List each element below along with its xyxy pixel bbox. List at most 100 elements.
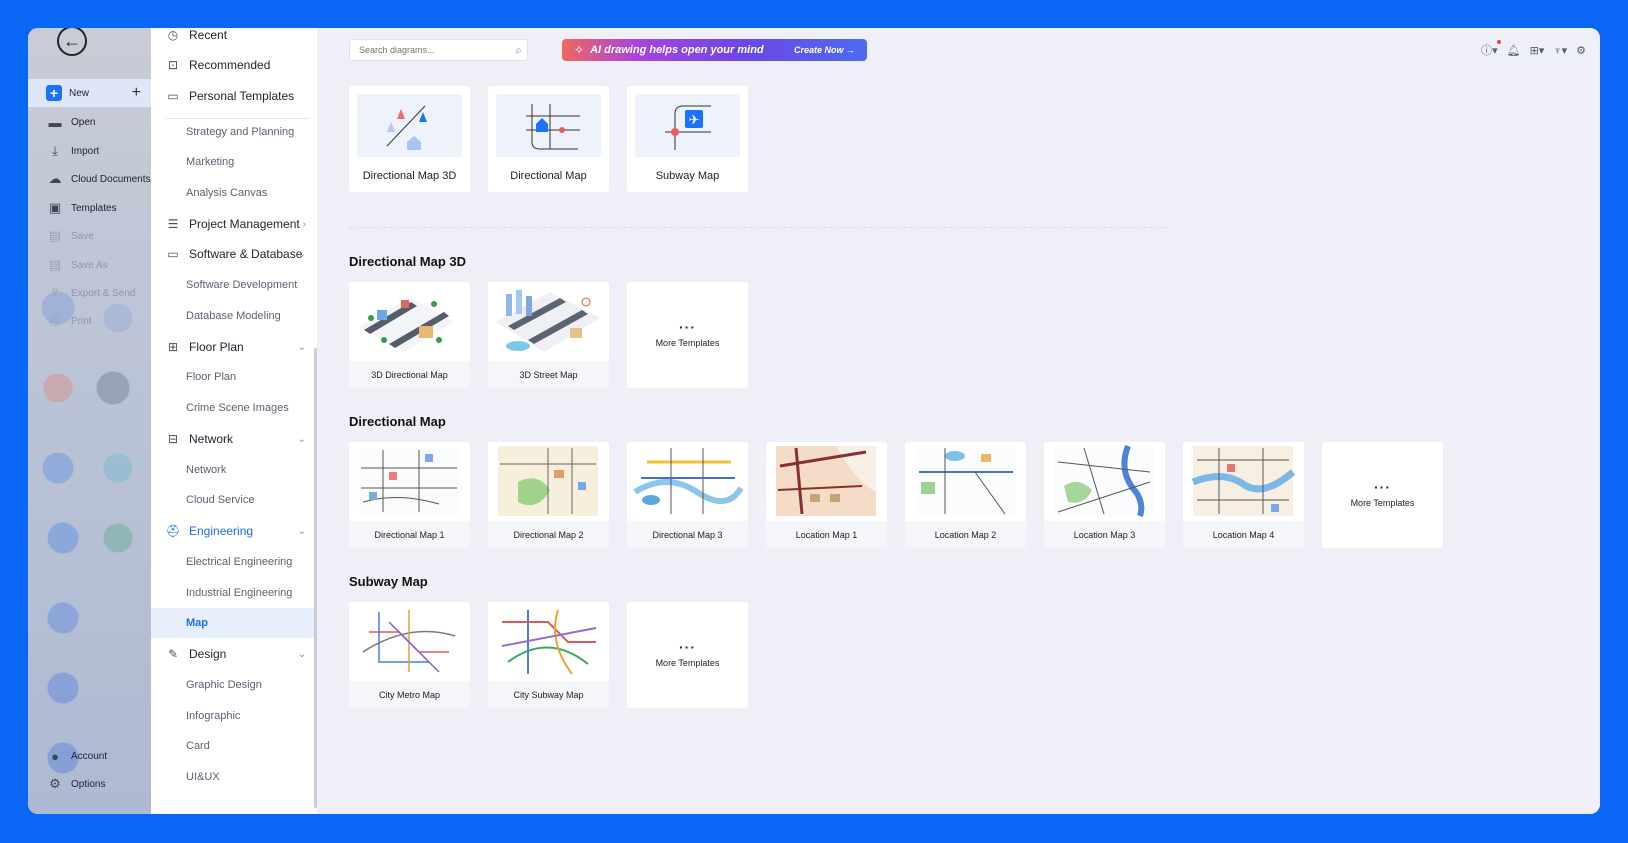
blank-directional-map[interactable]: Directional Map [488, 86, 609, 192]
clock-icon: ◷ [167, 28, 179, 42]
add-icon[interactable]: + [132, 84, 141, 102]
section-title: Directional Map [349, 414, 446, 429]
map-thumbnail [498, 446, 598, 516]
theme-shirt-icon[interactable]: ♆▾ [1553, 44, 1567, 57]
export-icon: ⇪ [49, 285, 61, 300]
template-thumbnail [1183, 442, 1304, 521]
ai-sparkle-icon: ✧ [574, 43, 585, 57]
help-icon[interactable]: ⓘ▾ [1481, 40, 1501, 58]
sub-uiux[interactable]: UI&UX [186, 762, 220, 792]
account-icon: ● [51, 748, 59, 764]
category-network[interactable]: ⊟ Network ⌄ [151, 424, 314, 454]
create-now-button[interactable]: Create Now → [794, 45, 855, 55]
template-thumbnail [349, 282, 470, 361]
sub-database-modeling[interactable]: Database Modeling [186, 301, 281, 331]
sub-floor-plan[interactable]: Floor Plan [186, 362, 236, 392]
cloud-documents-button[interactable]: ☁ Cloud Documents [28, 165, 151, 193]
blank-thumbnail [357, 94, 462, 157]
sub-analysis-canvas[interactable]: Analysis Canvas [186, 178, 267, 208]
plus-icon: + [46, 85, 62, 101]
map-thumbnail [915, 446, 1015, 516]
chevron-down-icon: ⌄ [297, 341, 306, 353]
cloud-icon: ☁ [48, 171, 62, 186]
new-button[interactable]: + New + [28, 79, 151, 107]
category-project-management[interactable]: ☰ Project Management › [151, 209, 314, 239]
save-as-button[interactable]: ▤ Save As [28, 251, 151, 279]
sub-electrical-engineering[interactable]: Electrical Engineering [186, 547, 292, 577]
helmet-icon: ⛑ [165, 524, 181, 538]
map-thumbnail [1191, 446, 1296, 516]
sub-infographic[interactable]: Infographic [186, 701, 240, 731]
open-button[interactable]: ▬ Open [28, 108, 151, 136]
blank-subway-map[interactable]: ✈ Subway Map [627, 86, 748, 192]
print-button[interactable]: ⎙ Print [28, 307, 151, 335]
backstage-panel: ← + New + ▬ Open ⤓ Import ☁ Cloud Docume… [28, 28, 151, 814]
metro-map-thumbnail [362, 610, 456, 673]
svg-text:✈: ✈ [689, 113, 700, 128]
category-floor-plan[interactable]: ⊞ Floor Plan ⌄ [151, 332, 314, 362]
settings-gear-icon[interactable]: ⚙ [1576, 44, 1586, 57]
sub-map[interactable]: Map [151, 608, 314, 638]
search-box[interactable]: ⌕ [349, 39, 528, 61]
template-card[interactable]: City Metro Map [349, 602, 470, 708]
template-card[interactable]: Location Map 3 [1044, 442, 1165, 548]
template-card[interactable]: Directional Map 1 [349, 442, 470, 548]
more-templates-card[interactable]: ··· More Templates [1322, 442, 1443, 548]
options-button[interactable]: ⚙ Options [28, 770, 151, 798]
sub-graphic-design[interactable]: Graphic Design [186, 670, 262, 700]
main-content: ⌕ ✧ AI drawing helps open your mind Crea… [317, 28, 1600, 814]
more-templates-card[interactable]: ··· More Templates [627, 602, 748, 708]
print-icon: ⎙ [49, 313, 61, 328]
category-engineering[interactable]: ⛑ Engineering ⌄ [151, 516, 314, 546]
account-button[interactable]: ● Account [28, 742, 151, 770]
template-card[interactable]: City Subway Map [488, 602, 609, 708]
import-button[interactable]: ⤓ Import [28, 137, 151, 165]
sub-marketing[interactable]: Marketing [186, 147, 234, 177]
chevron-down-icon: ⌄ [297, 248, 306, 260]
folder-icon: ▬ [48, 114, 62, 130]
category-recent[interactable]: ◷ Recent [151, 28, 314, 50]
ai-banner[interactable]: ✧ AI drawing helps open your mind Create… [562, 39, 867, 61]
save-as-icon: ▤ [48, 257, 62, 272]
section-divider [349, 227, 1167, 228]
template-thumbnail [766, 442, 887, 521]
sub-industrial-engineering[interactable]: Industrial Engineering [186, 578, 292, 608]
app-window: ← + New + ▬ Open ⤓ Import ☁ Cloud Docume… [28, 28, 1600, 814]
apps-grid-icon[interactable]: ⊞▾ [1530, 44, 1545, 57]
template-thumbnail [349, 602, 470, 681]
top-right-toolbar: ⓘ▾ 🔔︎ ⊞▾ ♆▾ ⚙ [1481, 40, 1586, 58]
sub-cloud-service[interactable]: Cloud Service [186, 485, 254, 515]
template-card[interactable]: Directional Map 2 [488, 442, 609, 548]
search-icon[interactable]: ⌕ [515, 43, 522, 58]
floor-plan-icon: ⊞ [167, 340, 179, 354]
category-personal-templates[interactable]: ▭ Personal Templates [151, 81, 314, 111]
category-recommended[interactable]: ⊡ Recommended [151, 50, 314, 80]
gear-icon: ⚙ [49, 776, 61, 791]
template-card[interactable]: Directional Map 3 [627, 442, 748, 548]
sub-crime-scene-images[interactable]: Crime Scene Images [186, 393, 289, 423]
search-input[interactable] [357, 44, 511, 56]
more-templates-card[interactable]: ··· More Templates [627, 282, 748, 388]
sub-card[interactable]: Card [186, 731, 210, 761]
template-card[interactable]: Location Map 1 [766, 442, 887, 548]
template-card[interactable]: Location Map 2 [905, 442, 1026, 548]
chevron-down-icon: ⌄ [297, 433, 306, 445]
category-software-database[interactable]: ▭ Software & Database ⌄ [151, 239, 314, 269]
template-card[interactable]: 3D Directional Map [349, 282, 470, 388]
iso-street-thumbnail [496, 290, 600, 352]
sub-strategy-planning[interactable]: Strategy and Planning [186, 117, 294, 147]
category-sidebar: ◷ Recent ⊡ Recommended ▭ Personal Templa… [151, 28, 317, 814]
recommended-icon: ⊡ [167, 58, 179, 72]
section-title: Directional Map 3D [349, 254, 467, 269]
bell-icon[interactable]: 🔔︎ [1507, 44, 1521, 57]
templates-button[interactable]: ▣ Templates [28, 194, 151, 222]
template-card[interactable]: Location Map 4 [1183, 442, 1304, 548]
sub-network[interactable]: Network [186, 455, 226, 485]
sub-software-development[interactable]: Software Development [186, 270, 297, 300]
project-management-icon: ☰ [167, 217, 179, 231]
template-card[interactable]: 3D Street Map [488, 282, 609, 388]
export-send-button[interactable]: ⇪ Export & Send [28, 279, 151, 307]
save-button[interactable]: ▤ Save [28, 222, 151, 250]
blank-directional-map-3d[interactable]: Directional Map 3D [349, 86, 470, 192]
category-design[interactable]: ✎ Design ⌄ [151, 639, 314, 669]
